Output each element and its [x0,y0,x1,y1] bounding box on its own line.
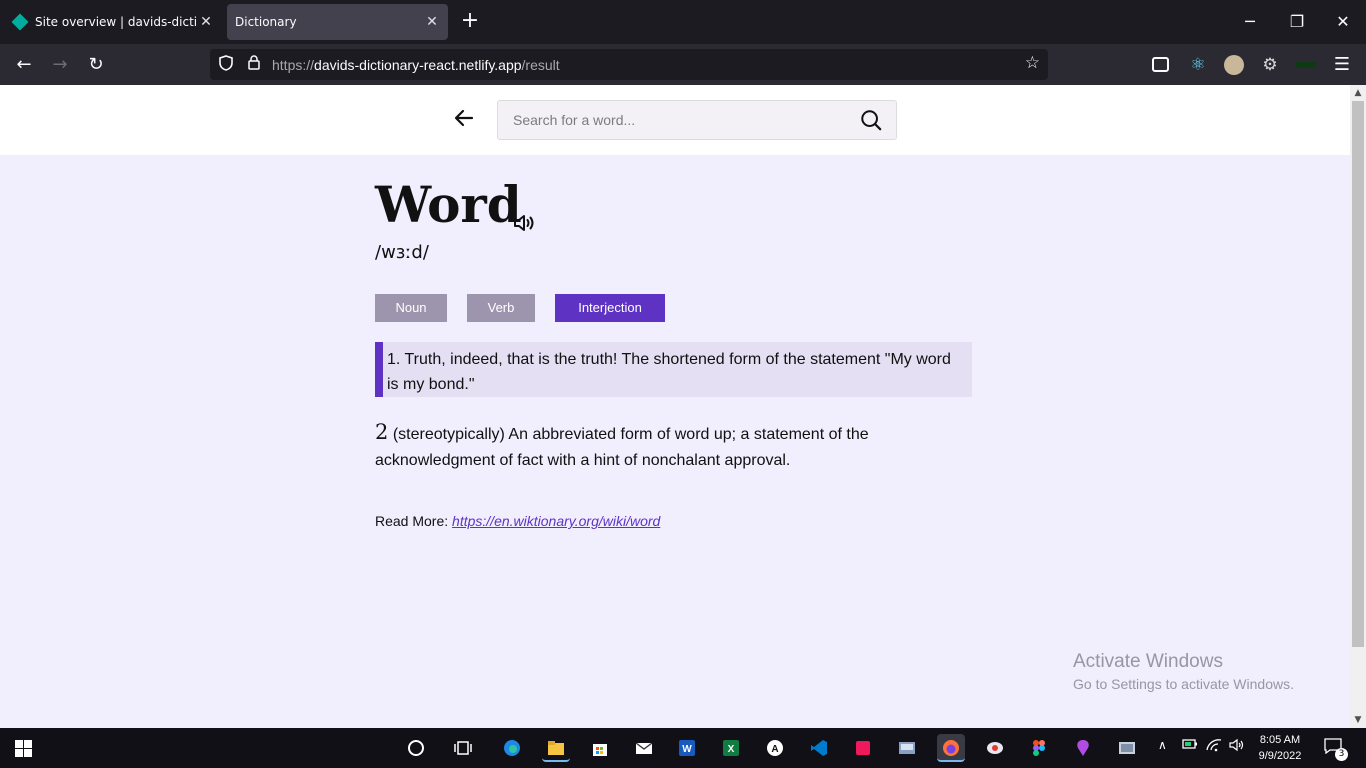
tab-close-icon[interactable]: ✕ [422,14,442,30]
clock-time: 8:05 AM [1259,734,1301,746]
extension-avatar-icon[interactable] [1224,55,1244,75]
browser-nav-bar: ← → ↻ https://davids-dictionary-react.ne… [0,44,1366,85]
scroll-down-icon[interactable]: ▼ [1350,712,1366,728]
react-devtools-icon[interactable]: ⚛ [1188,55,1208,75]
firefox-icon[interactable] [937,734,965,762]
clock-date: 9/9/2022 [1258,750,1302,762]
svg-text:W: W [682,744,692,755]
app2-icon[interactable] [849,734,877,762]
address-bar[interactable]: https://davids-dictionary-react.netlify.… [210,49,1048,80]
tab-title: Dictionary [235,15,297,29]
lock-icon[interactable] [244,55,264,74]
pocket-icon[interactable] [1152,57,1169,72]
definition-item-highlighted: 1. Truth, indeed, that is the truth! The… [375,342,972,397]
search-box [497,100,897,140]
word-heading: Word [375,175,522,234]
notification-center-icon[interactable]: 3 [1322,738,1348,761]
menu-icon[interactable]: ☰ [1329,52,1355,78]
restore-button[interactable]: ❐ [1285,10,1309,34]
edge-icon[interactable] [498,734,526,762]
definition-text: Truth, indeed, that is the truth! The sh… [387,351,951,393]
tray-chevron-icon[interactable]: ∧ [1158,738,1167,752]
wifi-icon[interactable] [1206,738,1222,755]
forward-button[interactable]: → [47,52,73,78]
speaker-icon[interactable] [513,213,537,233]
watermark-subtitle: Go to Settings to activate Windows. [1073,676,1294,692]
app3-icon[interactable] [893,734,921,762]
system-clock[interactable]: 8:05 AM 9/9/2022 [1248,732,1312,764]
search-icon[interactable] [860,109,882,131]
search-input[interactable] [498,101,838,139]
browser-tab-bar: Site overview | davids-dictionary ✕ Dict… [0,0,1366,44]
svg-text:A: A [771,744,778,755]
new-tab-button[interactable]: + [458,10,482,34]
url-text[interactable]: https://davids-dictionary-react.netlify.… [272,57,560,73]
interjection-button[interactable]: Interjection [555,294,665,322]
extension-green-icon[interactable] [1296,62,1316,68]
activate-windows-watermark: Activate Windows Go to Settings to activ… [1073,651,1294,692]
minimize-button[interactable]: ─ [1238,10,1262,34]
netlify-favicon-icon [11,13,29,31]
windows-start-icon[interactable] [15,740,32,757]
definition-number: 2 [375,420,389,444]
app5-icon[interactable] [1069,734,1097,762]
svg-text:X: X [728,744,735,755]
reload-button[interactable]: ↻ [83,52,109,78]
windows-taskbar: W X A ∧ 8:05 AM 9/9/2022 3 [0,728,1366,768]
read-more-link[interactable]: https://en.wiktionary.org/wiki/word [452,513,660,529]
figma-icon[interactable] [1025,734,1053,762]
watermark-title: Activate Windows [1073,651,1223,672]
vscode-icon[interactable] [805,734,833,762]
battery-icon[interactable] [1182,738,1198,753]
excel-icon[interactable]: X [717,734,745,762]
page-scrollbar[interactable]: ▲ ▼ [1350,85,1366,728]
definition-text: (stereotypically) An abbreviated form of… [375,426,869,469]
store-icon[interactable] [586,734,614,762]
app4-icon[interactable] [981,734,1009,762]
phonetic-text: /wɜːd/ [375,242,429,263]
verb-button[interactable]: Verb [467,294,535,322]
extension-gear-icon[interactable]: ⚙ [1260,55,1280,75]
close-window-button[interactable]: ✕ [1331,10,1355,34]
definition-item: 2 (stereotypically) An abbreviated form … [375,419,965,474]
site-header [0,85,1350,155]
tab-dictionary[interactable]: Dictionary ✕ [227,4,448,40]
volume-icon[interactable] [1229,738,1245,755]
tab-site-overview[interactable]: Site overview | davids-dictionary ✕ [4,4,222,40]
tab-title: Site overview | davids-dictionary [35,15,196,29]
word-icon[interactable]: W [673,734,701,762]
file-explorer-icon[interactable] [542,734,570,762]
tab-close-icon[interactable]: ✕ [196,14,216,30]
bookmark-star-icon[interactable]: ☆ [1025,53,1040,73]
notification-badge: 3 [1335,748,1348,761]
app6-icon[interactable] [1113,734,1141,762]
cortana-icon[interactable] [402,734,430,762]
read-more-label: Read More: [375,513,449,529]
back-arrow-icon[interactable] [454,108,474,132]
mail-icon[interactable] [630,734,658,762]
app-icon[interactable]: A [761,734,789,762]
page-viewport: Word /wɜːd/ Noun Verb Interjection 1. Tr… [0,85,1350,728]
back-button[interactable]: ← [11,52,37,78]
scrollbar-thumb[interactable] [1352,101,1364,647]
tracking-shield-icon[interactable] [216,54,236,75]
task-view-icon[interactable] [449,734,477,762]
noun-button[interactable]: Noun [375,294,447,322]
read-more: Read More: https://en.wiktionary.org/wik… [375,513,660,529]
definition-number: 1. [387,351,401,368]
scroll-up-icon[interactable]: ▲ [1350,85,1366,101]
